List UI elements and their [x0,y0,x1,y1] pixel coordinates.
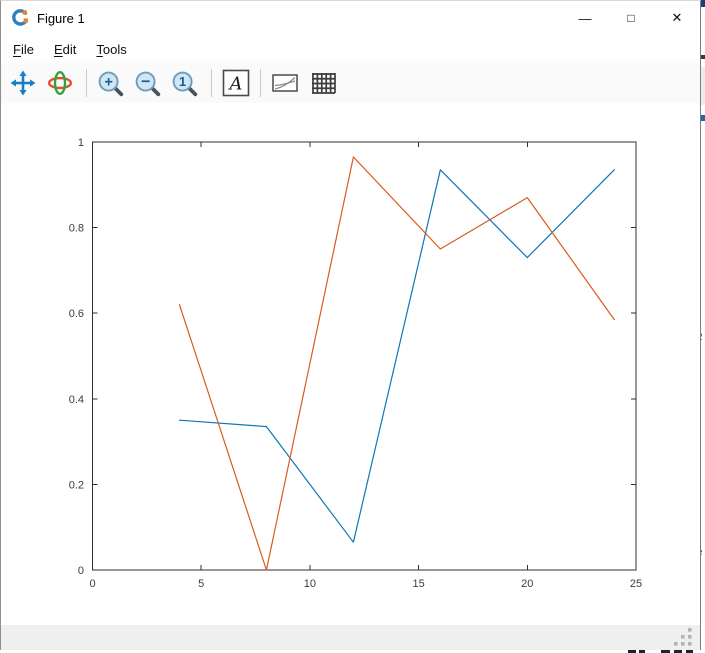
x-tick-label: 0 [89,578,95,590]
zoom-in-icon: + [97,70,124,97]
pan-button[interactable] [10,70,36,96]
zoom-out-button[interactable]: − [134,70,161,97]
menu-tools[interactable]: Tools [86,42,136,57]
y-tick-label: 0.6 [69,308,84,320]
clipped-text-fragment: 2 [701,333,703,343]
window-title: Figure 1 [37,11,85,26]
close-button[interactable]: ✕ [654,1,700,35]
x-tick-label: 5 [198,578,204,590]
svg-text:1: 1 [179,74,186,89]
menu-file[interactable]: File [3,42,44,57]
toolbar-separator [211,69,212,97]
svg-text:+: + [104,74,113,90]
pan-icon [10,70,36,96]
resize-grip[interactable] [674,628,693,646]
menu-bar: File Edit Tools [1,35,700,63]
background-window-fragment: 2 e [701,0,705,650]
toolbar-separator [86,69,87,97]
insert-text-button[interactable]: A [222,69,250,97]
line-series-blue [179,170,614,542]
y-tick-label: 0.8 [69,223,84,235]
axes-icon [271,70,299,96]
axes-button[interactable] [271,70,299,96]
x-tick-label: 25 [630,578,642,590]
figure-window: Figure 1 — □ ✕ File Edit Tools [0,0,701,650]
grid-icon [310,71,336,95]
menu-edit[interactable]: Edit [44,42,86,57]
rotate-button[interactable] [47,70,73,96]
y-tick-label: 0.4 [69,394,84,406]
zoom-out-icon: − [134,70,161,97]
zoom-in-button[interactable]: + [97,70,124,97]
x-tick-label: 10 [304,578,316,590]
axes-box [93,142,637,570]
line-series-orange [179,157,614,570]
x-tick-label: 15 [412,578,424,590]
title-bar[interactable]: Figure 1 — □ ✕ [1,1,700,35]
zoom-original-button[interactable]: 1 [171,70,198,97]
y-tick-label: 0 [78,565,84,577]
grid-button[interactable] [310,71,336,95]
figure-plot[interactable]: 0 5 10 15 20 25 0 0.2 0.4 0.6 0.8 1 [1,103,700,625]
minimize-button[interactable]: — [562,1,608,35]
status-bar [1,625,700,650]
zoom-original-icon: 1 [171,70,198,97]
toolbar: + − 1 A [1,63,700,103]
x-tick-label: 20 [521,578,533,590]
insert-text-icon: A [222,69,250,97]
y-tick-label: 1 [78,137,84,149]
rotate-icon [47,70,73,96]
figure-app-icon [11,9,29,27]
toolbar-separator [260,69,261,97]
window-controls: — □ ✕ [562,1,700,35]
clipped-text-fragment: e [701,548,703,558]
y-tick-label: 0.2 [69,479,84,491]
svg-text:−: − [141,73,150,90]
maximize-button[interactable]: □ [608,1,654,35]
svg-text:A: A [228,74,243,95]
plot-canvas[interactable]: 0 5 10 15 20 25 0 0.2 0.4 0.6 0.8 1 [1,103,700,625]
